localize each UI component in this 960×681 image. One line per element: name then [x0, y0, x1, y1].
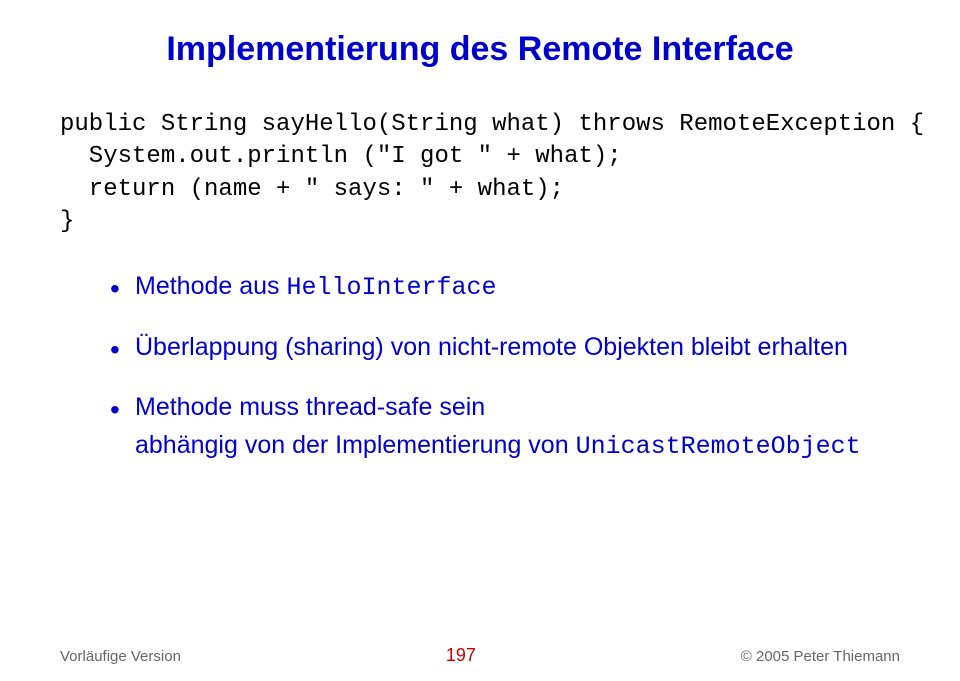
list-item: Methode aus HelloInterface	[110, 269, 900, 305]
footer-left: Vorläufige Version	[60, 648, 181, 665]
bullet-list: Methode aus HelloInterface Überlappung (…	[110, 269, 900, 464]
bullet-sub-text: abhängig von der Implementierung von	[135, 431, 576, 459]
bullet-sub-mono: UnicastRemoteObject	[576, 432, 861, 461]
footer: Vorläufige Version 197 © 2005 Peter Thie…	[60, 645, 900, 666]
list-item: Methode muss thread-safe sein abhängig v…	[110, 390, 900, 464]
code-snippet: public String sayHello(String what) thro…	[60, 109, 900, 239]
footer-right: © 2005 Peter Thiemann	[741, 648, 900, 665]
page-number: 197	[446, 645, 476, 666]
bullet-text: Methode muss thread-safe sein	[135, 393, 485, 421]
bullet-subline: abhängig von der Implementierung von Uni…	[135, 428, 900, 464]
bullet-mono: HelloInterface	[287, 273, 497, 302]
bullet-text: Überlappung (sharing) von nicht-remote O…	[135, 333, 848, 361]
slide-title: Implementierung des Remote Interface	[60, 30, 900, 69]
bullet-text: Methode aus	[135, 272, 287, 300]
list-item: Überlappung (sharing) von nicht-remote O…	[110, 330, 900, 365]
